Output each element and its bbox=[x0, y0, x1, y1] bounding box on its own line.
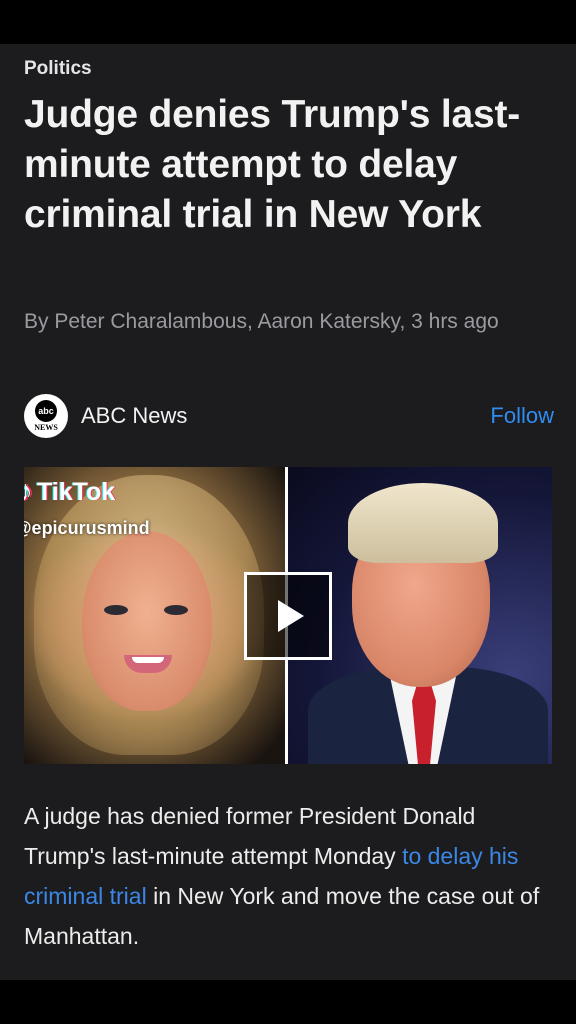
source-row: abc NEWS ABC News Follow bbox=[24, 394, 554, 438]
tiktok-label: TikTok bbox=[37, 477, 116, 506]
video-thumbnail[interactable]: ♪ TikTok @epicurusmind bbox=[24, 467, 552, 764]
article-body: A judge has denied former President Dona… bbox=[24, 796, 554, 956]
article-byline: By Peter Charalambous, Aaron Katersky, 3… bbox=[24, 310, 499, 333]
news-logo-text: NEWS bbox=[34, 423, 58, 432]
bottom-bar bbox=[0, 980, 576, 1024]
tiktok-handle: @epicurusmind bbox=[24, 518, 150, 538]
abc-logo-mark: abc bbox=[35, 400, 57, 422]
play-icon bbox=[278, 600, 304, 632]
source-name[interactable]: ABC News bbox=[81, 403, 187, 429]
tiktok-watermark: ♪ TikTok bbox=[24, 475, 115, 509]
article-headline: Judge denies Trump's last-minute attempt… bbox=[24, 93, 521, 236]
top-bar bbox=[0, 0, 576, 44]
play-button[interactable] bbox=[244, 572, 332, 660]
face-left bbox=[82, 531, 212, 711]
tiktok-note-icon: ♪ bbox=[24, 475, 33, 508]
article-view: Politics Judge denies Trump's last-minut… bbox=[0, 44, 576, 980]
article-category[interactable]: Politics bbox=[24, 58, 92, 80]
abc-news-logo[interactable]: abc NEWS bbox=[24, 394, 68, 438]
follow-button[interactable]: Follow bbox=[490, 403, 554, 429]
